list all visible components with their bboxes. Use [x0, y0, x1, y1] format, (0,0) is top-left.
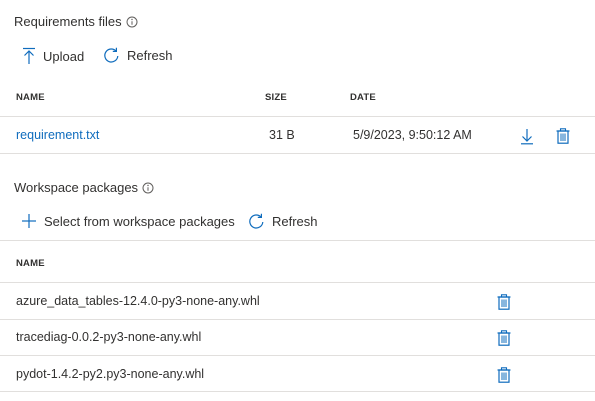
upload-button[interactable]: Upload [22, 47, 84, 65]
refresh-icon [249, 213, 264, 229]
workspace-section-title: Workspace packages [14, 180, 154, 195]
trash-icon [497, 367, 511, 383]
refresh-label: Refresh [272, 214, 318, 229]
refresh-icon [104, 47, 119, 63]
column-header-name[interactable]: NAME [16, 92, 45, 103]
info-icon[interactable] [126, 16, 138, 28]
file-date: 5/9/2023, 9:50:12 AM [353, 128, 472, 142]
select-workspace-packages-button[interactable]: Select from workspace packages [21, 213, 235, 229]
column-header-size[interactable]: SIZE [265, 92, 287, 103]
download-icon [521, 128, 533, 144]
upload-icon [23, 47, 35, 64]
refresh-button[interactable]: Refresh [103, 47, 173, 64]
divider [0, 240, 595, 241]
package-name: azure_data_tables-12.4.0-py3-none-any.wh… [16, 294, 260, 308]
delete-button[interactable] [555, 128, 571, 144]
requirements-section-title: Requirements files [14, 14, 138, 29]
select-workspace-packages-label: Select from workspace packages [44, 213, 235, 229]
download-button[interactable] [519, 128, 535, 144]
workspace-title-text: Workspace packages [14, 180, 139, 195]
delete-button[interactable] [496, 330, 512, 346]
column-header-name[interactable]: NAME [16, 258, 45, 269]
trash-icon [556, 128, 570, 144]
package-name: pydot-1.4.2-py2.py3-none-any.whl [16, 367, 205, 381]
divider [0, 153, 595, 154]
trash-icon [497, 294, 511, 310]
delete-button[interactable] [496, 294, 512, 310]
file-name-link[interactable]: requirement.txt [16, 128, 99, 142]
divider [0, 319, 595, 320]
column-header-date[interactable]: DATE [350, 92, 376, 103]
refresh-label: Refresh [127, 48, 173, 63]
delete-button[interactable] [496, 367, 512, 383]
package-name: tracediag-0.0.2-py3-none-any.whl [16, 330, 202, 344]
refresh-button[interactable]: Refresh [248, 213, 318, 230]
divider [0, 391, 595, 392]
requirements-title-text: Requirements files [14, 14, 122, 29]
divider [0, 116, 595, 117]
plus-icon [22, 214, 36, 228]
divider [0, 355, 595, 356]
file-size: 31 B [269, 128, 295, 142]
trash-icon [497, 330, 511, 346]
divider [0, 282, 595, 283]
info-icon[interactable] [142, 182, 154, 194]
upload-label: Upload [43, 48, 85, 64]
